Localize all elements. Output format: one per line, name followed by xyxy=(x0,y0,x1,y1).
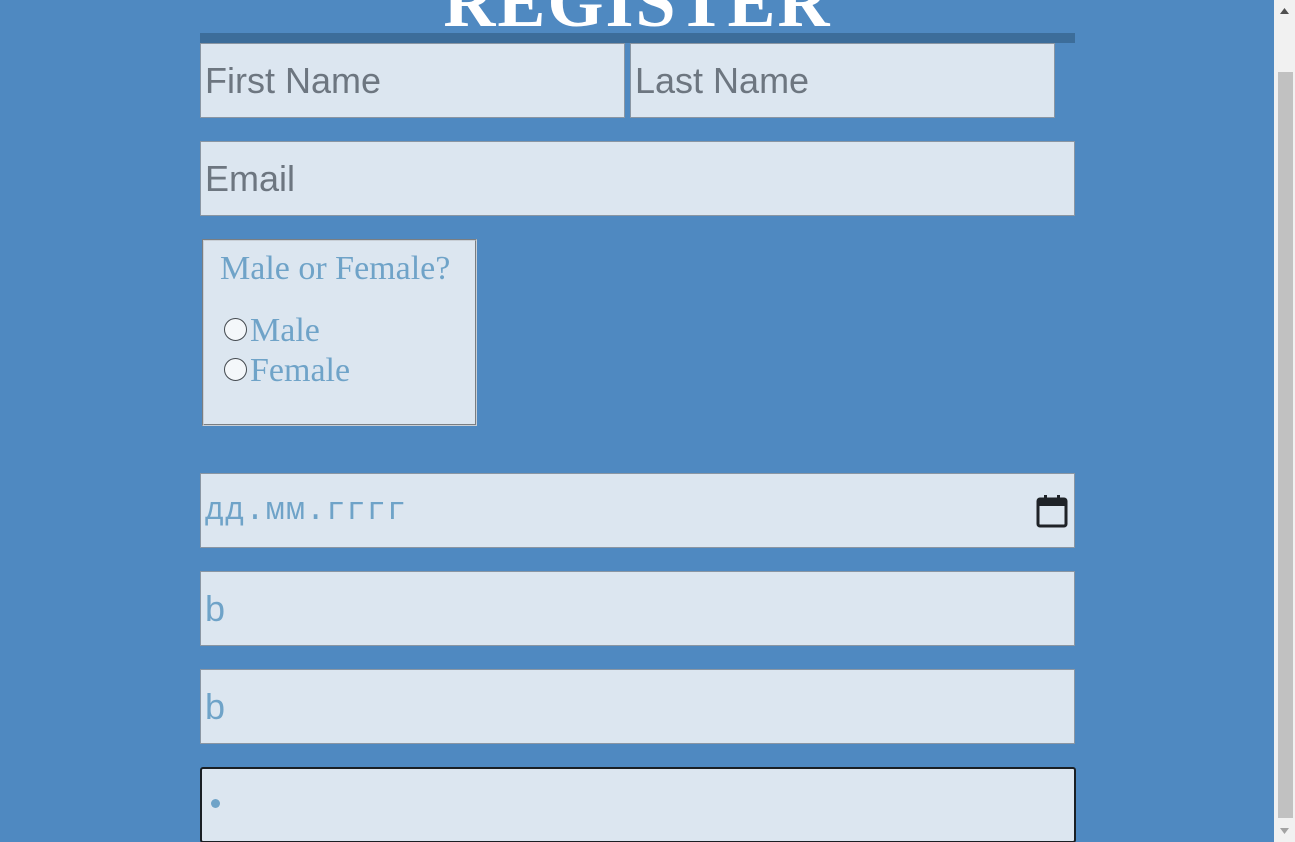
vertical-scrollbar[interactable] xyxy=(1274,0,1295,842)
password-input[interactable] xyxy=(200,767,1076,842)
email-input[interactable] xyxy=(200,141,1075,216)
scroll-up-arrow-icon[interactable] xyxy=(1274,2,1295,19)
female-radio[interactable] xyxy=(224,357,247,381)
password-mask-dot xyxy=(211,798,220,808)
gender-option-female[interactable]: Female xyxy=(224,351,350,391)
female-label[interactable]: Female xyxy=(250,351,350,391)
text-input-2[interactable] xyxy=(200,669,1075,744)
scrollbar-thumb[interactable] xyxy=(1278,72,1293,818)
date-of-birth-input[interactable]: дд.мм.гггг xyxy=(200,473,1075,548)
title-divider xyxy=(200,33,1075,43)
scroll-down-arrow-icon[interactable] xyxy=(1274,822,1295,839)
calendar-icon[interactable] xyxy=(1036,494,1068,528)
male-label[interactable]: Male xyxy=(250,311,320,351)
first-name-input[interactable] xyxy=(200,43,625,118)
date-placeholder: дд.мм.гггг xyxy=(205,492,408,529)
page-viewport: REGISTER Male or Female? Male Female дд.… xyxy=(0,0,1274,842)
text-input-1[interactable] xyxy=(200,571,1075,646)
gender-option-male[interactable]: Male xyxy=(224,311,320,351)
male-radio[interactable] xyxy=(224,317,247,341)
last-name-input[interactable] xyxy=(630,43,1055,118)
gender-fieldset: Male or Female? Male Female xyxy=(202,239,477,426)
gender-legend: Male or Female? xyxy=(220,250,451,287)
